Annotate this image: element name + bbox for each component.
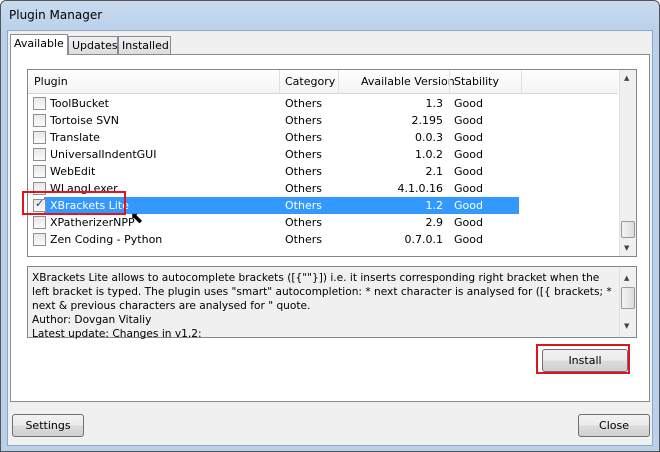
plugin-stability: Good (454, 148, 483, 161)
plugin-version: 2.1 (425, 165, 444, 178)
table-row[interactable]: Translate Others 0.0.3 Good (28, 129, 618, 146)
highlight-xbrackets (22, 191, 126, 215)
plugin-version: 4.1.0.16 (397, 182, 443, 195)
highlight-install (536, 344, 630, 374)
plugin-stability: Good (454, 97, 483, 110)
plugin-stability: Good (454, 199, 483, 212)
plugin-category: Others (285, 165, 322, 178)
plugin-stability: Good (454, 233, 483, 246)
settings-button[interactable]: Settings (12, 414, 84, 437)
mouse-cursor-icon: ⬉ (130, 208, 144, 227)
plugin-name: XPatherizerNPP (50, 216, 135, 229)
table-row[interactable]: XPatherizerNPP Others 2.9 Good (28, 214, 618, 231)
window-title: Plugin Manager (9, 8, 103, 22)
plugin-name: UniversalIndentGUI (50, 148, 157, 161)
scroll-down-icon[interactable]: ▼ (624, 244, 629, 252)
plugin-list[interactable]: Plugin Category Available Version Stabil… (27, 69, 637, 257)
plugin-version: 2.195 (411, 114, 444, 127)
plugin-name: ToolBucket (50, 97, 109, 110)
plugin-checkbox[interactable] (33, 97, 46, 110)
dialog-client: Available Updates Installed Plugin Categ… (7, 30, 653, 446)
plugin-name: Zen Coding - Python (50, 233, 163, 246)
plugin-description: XBrackets Lite allows to autocomplete br… (27, 266, 637, 340)
plugin-checkbox[interactable] (33, 131, 46, 144)
close-button[interactable]: Close (578, 414, 650, 437)
plugin-stability: Good (454, 114, 483, 127)
description-text: XBrackets Lite allows to autocomplete br… (32, 272, 612, 312)
table-row[interactable]: Tortoise SVN Others 2.195 Good (28, 112, 618, 129)
column-divider[interactable] (279, 70, 280, 94)
plugin-stability: Good (454, 182, 483, 195)
scroll-thumb[interactable] (621, 287, 635, 309)
plugin-category: Others (285, 199, 322, 212)
table-row[interactable]: UniversalIndentGUI Others 1.0.2 Good (28, 146, 618, 163)
plugin-version: 1.2 (425, 199, 444, 212)
plugin-stability: Good (454, 131, 483, 144)
scroll-up-icon[interactable]: ▲ (624, 271, 629, 285)
scroll-thumb[interactable] (621, 221, 635, 238)
column-divider[interactable] (521, 70, 522, 94)
tab-installed[interactable]: Installed (118, 36, 171, 54)
plugin-category: Others (285, 216, 322, 229)
plugin-category: Others (285, 114, 322, 127)
column-divider[interactable] (449, 70, 450, 94)
column-stability[interactable]: Stability (454, 75, 499, 88)
plugin-version: 0.7.0.1 (404, 233, 443, 246)
plugin-name: Translate (50, 131, 100, 144)
plugin-version: 1.0.2 (415, 148, 443, 161)
list-scrollbar[interactable]: ▲ ▼ (619, 70, 636, 256)
tab-available[interactable]: Available (10, 34, 68, 55)
plugin-version: 1.3 (425, 97, 444, 110)
plugin-name: Tortoise SVN (50, 114, 119, 127)
scroll-down-icon[interactable]: ▼ (624, 319, 629, 333)
plugin-stability: Good (454, 165, 483, 178)
description-scrollbar[interactable]: ▲ ▼ (619, 267, 636, 337)
plugin-category: Others (285, 233, 322, 246)
plugin-version: 0.0.3 (415, 131, 443, 144)
table-row[interactable]: Zen Coding - Python Others 0.7.0.1 Good (28, 231, 618, 248)
plugin-stability: Good (454, 216, 483, 229)
table-row[interactable]: WebEdit Others 2.1 Good (28, 163, 618, 180)
scroll-up-icon[interactable]: ▲ (624, 74, 629, 82)
plugin-checkbox[interactable] (33, 165, 46, 178)
plugin-name: WebEdit (50, 165, 96, 178)
tab-updates[interactable]: Updates (68, 36, 118, 54)
plugin-category: Others (285, 97, 322, 110)
plugin-version: 2.9 (425, 216, 444, 229)
plugin-category: Others (285, 182, 322, 195)
description-latest-update: Latest update: Changes in v1.2: (32, 328, 202, 340)
plugin-checkbox[interactable] (33, 233, 46, 246)
description-author: Author: Dovgan Vitaliy (32, 314, 152, 326)
list-header: Plugin Category Available Version Stabil… (28, 70, 618, 94)
table-row[interactable]: ToolBucket Others 1.3 Good (28, 95, 618, 112)
plugin-category: Others (285, 131, 322, 144)
plugin-category: Others (285, 148, 322, 161)
column-divider[interactable] (338, 70, 339, 94)
plugin-manager-window: Plugin Manager Available Updates Install… (0, 0, 660, 452)
column-plugin[interactable]: Plugin (34, 75, 68, 88)
column-version[interactable]: Available Version (361, 75, 455, 88)
plugin-checkbox[interactable] (33, 216, 46, 229)
column-category[interactable]: Category (285, 75, 335, 88)
plugin-checkbox[interactable] (33, 114, 46, 127)
plugin-checkbox[interactable] (33, 148, 46, 161)
